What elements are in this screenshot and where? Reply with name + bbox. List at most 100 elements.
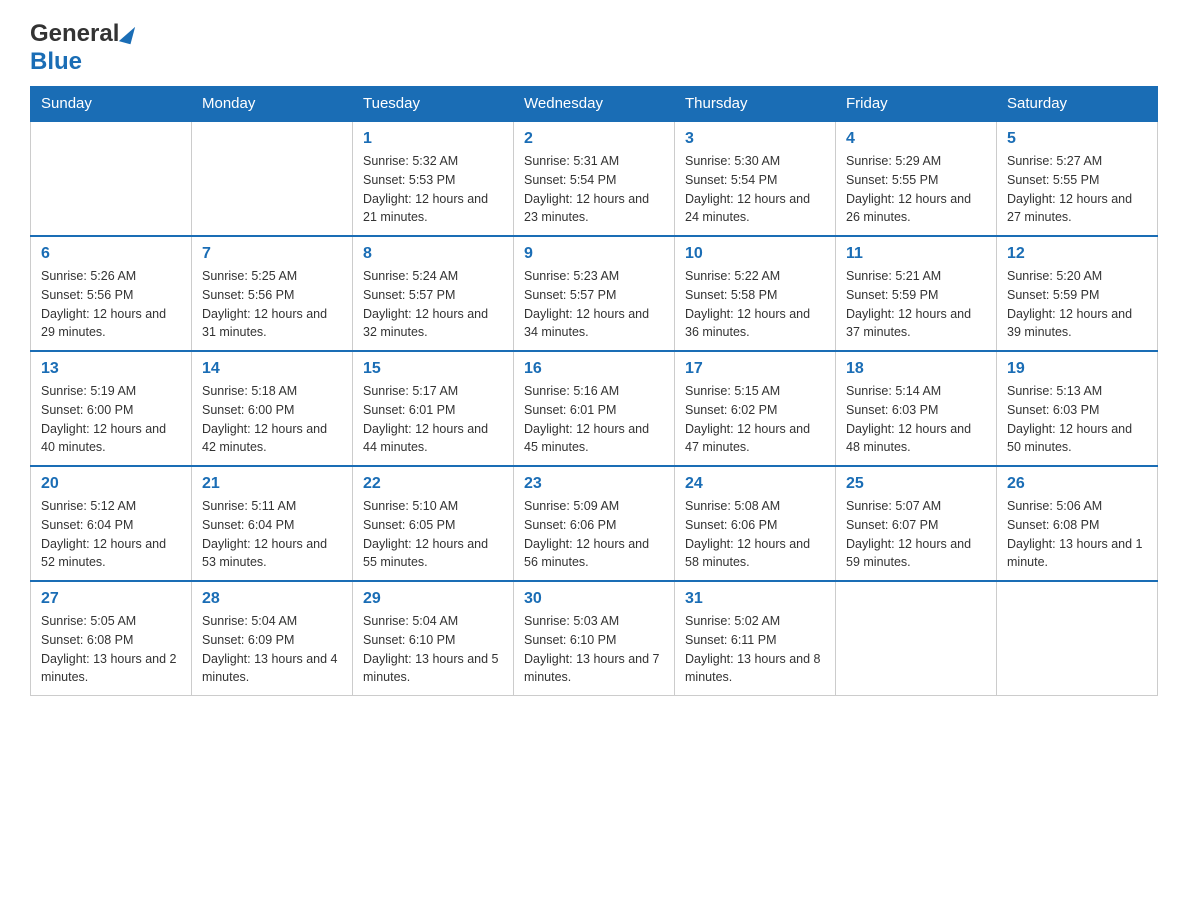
- day-number: 6: [41, 245, 181, 263]
- logo: General Blue: [30, 20, 135, 76]
- day-info: Sunrise: 5:16 AMSunset: 6:01 PMDaylight:…: [524, 382, 664, 457]
- day-info: Sunrise: 5:02 AMSunset: 6:11 PMDaylight:…: [685, 612, 825, 687]
- calendar-day-cell: [31, 121, 192, 236]
- calendar-day-cell: 21 Sunrise: 5:11 AMSunset: 6:04 PMDayligh…: [192, 466, 353, 581]
- calendar-day-cell: 4 Sunrise: 5:29 AMSunset: 5:55 PMDaylight…: [836, 121, 997, 236]
- calendar-header-saturday: Saturday: [997, 87, 1158, 122]
- day-info: Sunrise: 5:13 AMSunset: 6:03 PMDaylight:…: [1007, 382, 1147, 457]
- day-number: 30: [524, 590, 664, 608]
- logo-general-text: General: [30, 20, 119, 48]
- calendar-day-cell: 28 Sunrise: 5:04 AMSunset: 6:09 PMDayligh…: [192, 581, 353, 696]
- day-number: 14: [202, 360, 342, 378]
- calendar-day-cell: 22Sunrise: 5:10 AMSunset: 6:05 PMDayligh…: [353, 466, 514, 581]
- day-info: Sunrise: 5:12 AMSunset: 6:04 PMDaylight:…: [41, 497, 181, 572]
- day-number: 29: [363, 590, 503, 608]
- day-number: 12: [1007, 245, 1147, 263]
- calendar-table: SundayMondayTuesdayWednesdayThursdayFrid…: [30, 86, 1158, 696]
- day-number: 13: [41, 360, 181, 378]
- day-info: Sunrise: 5:24 AMSunset: 5:57 PMDaylight:…: [363, 267, 503, 342]
- calendar-header-monday: Monday: [192, 87, 353, 122]
- day-info: Sunrise: 5:18 AMSunset: 6:00 PMDaylight:…: [202, 382, 342, 457]
- calendar-week-row: 1 Sunrise: 5:32 AMSunset: 5:53 PMDaylight…: [31, 121, 1158, 236]
- calendar-day-cell: 23 Sunrise: 5:09 AMSunset: 6:06 PMDayligh…: [514, 466, 675, 581]
- calendar-week-row: 20 Sunrise: 5:12 AMSunset: 6:04 PMDayligh…: [31, 466, 1158, 581]
- day-number: 17: [685, 360, 825, 378]
- day-number: 4: [846, 130, 986, 148]
- day-number: 18: [846, 360, 986, 378]
- day-number: 19: [1007, 360, 1147, 378]
- day-number: 10: [685, 245, 825, 263]
- calendar-day-cell: 12 Sunrise: 5:20 AMSunset: 5:59 PMDayligh…: [997, 236, 1158, 351]
- day-number: 11: [846, 245, 986, 263]
- day-number: 2: [524, 130, 664, 148]
- calendar-week-row: 13 Sunrise: 5:19 AMSunset: 6:00 PMDayligh…: [31, 351, 1158, 466]
- calendar-week-row: 27 Sunrise: 5:05 AMSunset: 6:08 PMDayligh…: [31, 581, 1158, 696]
- day-info: Sunrise: 5:22 AMSunset: 5:58 PMDaylight:…: [685, 267, 825, 342]
- calendar-day-cell: [997, 581, 1158, 696]
- day-number: 15: [363, 360, 503, 378]
- day-number: 1: [363, 130, 503, 148]
- calendar-day-cell: 17Sunrise: 5:15 AMSunset: 6:02 PMDayligh…: [675, 351, 836, 466]
- day-number: 21: [202, 475, 342, 493]
- calendar-day-cell: 30Sunrise: 5:03 AMSunset: 6:10 PMDayligh…: [514, 581, 675, 696]
- day-number: 8: [363, 245, 503, 263]
- calendar-day-cell: 2Sunrise: 5:31 AMSunset: 5:54 PMDaylight…: [514, 121, 675, 236]
- day-number: 23: [524, 475, 664, 493]
- calendar-day-cell: 5Sunrise: 5:27 AMSunset: 5:55 PMDaylight…: [997, 121, 1158, 236]
- day-info: Sunrise: 5:32 AMSunset: 5:53 PMDaylight:…: [363, 152, 503, 227]
- day-info: Sunrise: 5:26 AMSunset: 5:56 PMDaylight:…: [41, 267, 181, 342]
- day-info: Sunrise: 5:10 AMSunset: 6:05 PMDaylight:…: [363, 497, 503, 572]
- day-number: 31: [685, 590, 825, 608]
- calendar-header-sunday: Sunday: [31, 87, 192, 122]
- day-info: Sunrise: 5:25 AMSunset: 5:56 PMDaylight:…: [202, 267, 342, 342]
- logo-triangle-icon: [119, 24, 135, 44]
- day-info: Sunrise: 5:05 AMSunset: 6:08 PMDaylight:…: [41, 612, 181, 687]
- day-info: Sunrise: 5:04 AMSunset: 6:09 PMDaylight:…: [202, 612, 342, 687]
- day-info: Sunrise: 5:23 AMSunset: 5:57 PMDaylight:…: [524, 267, 664, 342]
- day-info: Sunrise: 5:19 AMSunset: 6:00 PMDaylight:…: [41, 382, 181, 457]
- calendar-day-cell: 29 Sunrise: 5:04 AMSunset: 6:10 PMDayligh…: [353, 581, 514, 696]
- calendar-day-cell: 14 Sunrise: 5:18 AMSunset: 6:00 PMDayligh…: [192, 351, 353, 466]
- day-info: Sunrise: 5:14 AMSunset: 6:03 PMDaylight:…: [846, 382, 986, 457]
- calendar-day-cell: 26 Sunrise: 5:06 AMSunset: 6:08 PMDayligh…: [997, 466, 1158, 581]
- page-header: General Blue: [30, 20, 1158, 76]
- day-number: 20: [41, 475, 181, 493]
- day-info: Sunrise: 5:09 AMSunset: 6:06 PMDaylight:…: [524, 497, 664, 572]
- calendar-day-cell: 1 Sunrise: 5:32 AMSunset: 5:53 PMDaylight…: [353, 121, 514, 236]
- calendar-header-wednesday: Wednesday: [514, 87, 675, 122]
- day-info: Sunrise: 5:11 AMSunset: 6:04 PMDaylight:…: [202, 497, 342, 572]
- calendar-day-cell: 9 Sunrise: 5:23 AMSunset: 5:57 PMDaylight…: [514, 236, 675, 351]
- calendar-day-cell: 15 Sunrise: 5:17 AMSunset: 6:01 PMDayligh…: [353, 351, 514, 466]
- calendar-day-cell: 6 Sunrise: 5:26 AMSunset: 5:56 PMDaylight…: [31, 236, 192, 351]
- day-number: 26: [1007, 475, 1147, 493]
- calendar-day-cell: [192, 121, 353, 236]
- day-number: 28: [202, 590, 342, 608]
- calendar-day-cell: 20 Sunrise: 5:12 AMSunset: 6:04 PMDayligh…: [31, 466, 192, 581]
- calendar-day-cell: 8 Sunrise: 5:24 AMSunset: 5:57 PMDaylight…: [353, 236, 514, 351]
- day-info: Sunrise: 5:17 AMSunset: 6:01 PMDaylight:…: [363, 382, 503, 457]
- day-info: Sunrise: 5:04 AMSunset: 6:10 PMDaylight:…: [363, 612, 503, 687]
- logo-blue-text: Blue: [30, 48, 82, 76]
- calendar-day-cell: [836, 581, 997, 696]
- day-number: 3: [685, 130, 825, 148]
- calendar-day-cell: 25 Sunrise: 5:07 AMSunset: 6:07 PMDayligh…: [836, 466, 997, 581]
- day-info: Sunrise: 5:27 AMSunset: 5:55 PMDaylight:…: [1007, 152, 1147, 227]
- calendar-day-cell: 31 Sunrise: 5:02 AMSunset: 6:11 PMDayligh…: [675, 581, 836, 696]
- day-number: 9: [524, 245, 664, 263]
- calendar-day-cell: 11 Sunrise: 5:21 AMSunset: 5:59 PMDayligh…: [836, 236, 997, 351]
- day-number: 25: [846, 475, 986, 493]
- day-info: Sunrise: 5:21 AMSunset: 5:59 PMDaylight:…: [846, 267, 986, 342]
- calendar-day-cell: 3 Sunrise: 5:30 AMSunset: 5:54 PMDaylight…: [675, 121, 836, 236]
- day-info: Sunrise: 5:20 AMSunset: 5:59 PMDaylight:…: [1007, 267, 1147, 342]
- day-number: 16: [524, 360, 664, 378]
- calendar-header-thursday: Thursday: [675, 87, 836, 122]
- day-info: Sunrise: 5:30 AMSunset: 5:54 PMDaylight:…: [685, 152, 825, 227]
- day-number: 7: [202, 245, 342, 263]
- day-info: Sunrise: 5:06 AMSunset: 6:08 PMDaylight:…: [1007, 497, 1147, 572]
- day-info: Sunrise: 5:07 AMSunset: 6:07 PMDaylight:…: [846, 497, 986, 572]
- calendar-day-cell: 16 Sunrise: 5:16 AMSunset: 6:01 PMDayligh…: [514, 351, 675, 466]
- day-number: 27: [41, 590, 181, 608]
- calendar-day-cell: 7 Sunrise: 5:25 AMSunset: 5:56 PMDaylight…: [192, 236, 353, 351]
- day-info: Sunrise: 5:29 AMSunset: 5:55 PMDaylight:…: [846, 152, 986, 227]
- calendar-header-friday: Friday: [836, 87, 997, 122]
